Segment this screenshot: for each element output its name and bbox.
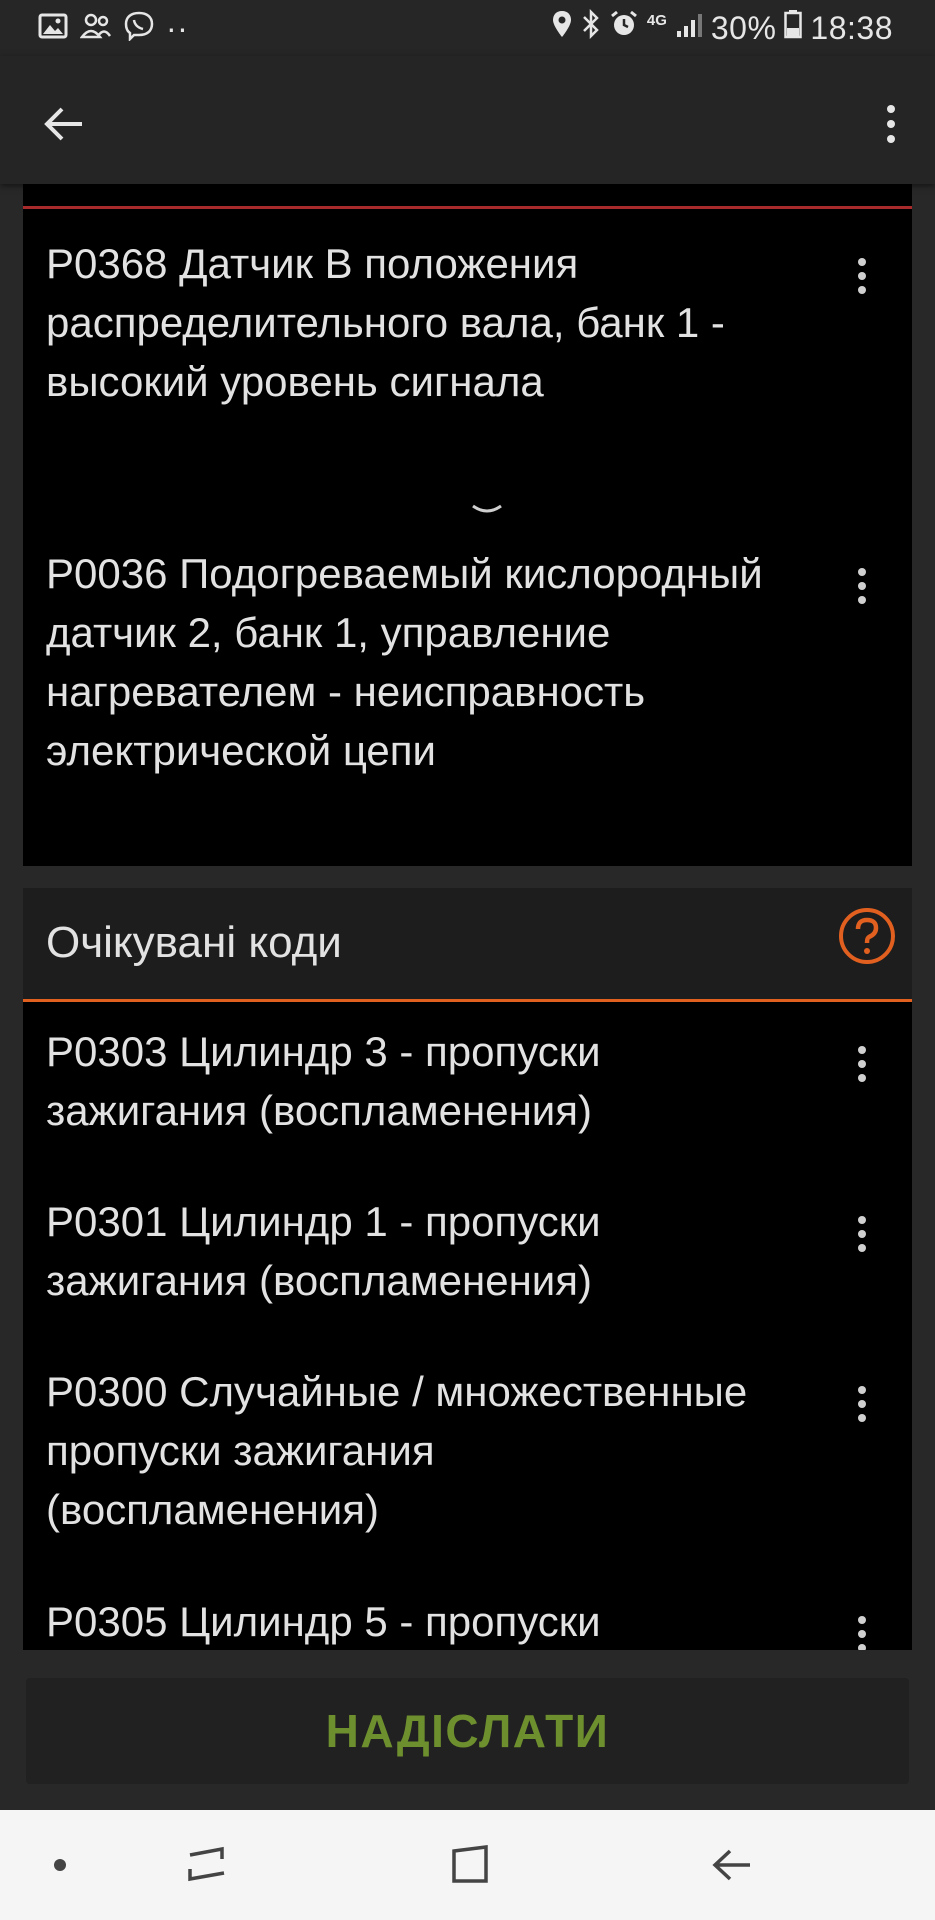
system-icons: 4G 30% 18:38 [551, 8, 893, 47]
dtc-item[interactable]: P0305 Цилиндр 5 - пропуски [23, 1592, 912, 1650]
dtc-text: P0303 Цилиндр 3 - пропуски зажигания (во… [46, 1028, 601, 1134]
back-nav-button[interactable] [702, 1835, 762, 1895]
recent-apps-button[interactable] [178, 1835, 238, 1895]
clock: 18:38 [810, 9, 893, 46]
screen: ·· 4G 30% 18:38 P0368 Датчик B положения… [0, 0, 935, 1920]
viber-icon [124, 11, 154, 46]
card-divider [23, 206, 912, 209]
arrow-left-icon [44, 107, 82, 141]
status-bar: ·· 4G 30% 18:38 [0, 0, 935, 56]
people-icon [79, 12, 112, 45]
more-vert-icon [858, 258, 866, 294]
pending-codes-header: Очікувані коди [23, 888, 912, 1002]
navigation-bar [0, 1810, 935, 1920]
pending-codes-card: P0303 Цилиндр 3 - пропуски зажигания (во… [23, 1002, 912, 1650]
home-button[interactable] [440, 1835, 500, 1895]
more-vert-icon [858, 568, 866, 604]
more-vert-icon [858, 1616, 866, 1650]
section-title: Очікувані коди [46, 918, 342, 967]
battery-icon [784, 9, 803, 47]
signal-icon [675, 10, 703, 47]
bluetooth-icon [581, 8, 601, 47]
codes-list[interactable]: P0368 Датчик B положения распределительн… [0, 184, 935, 1650]
more-vert-icon [858, 1216, 866, 1252]
dot-icon [54, 1859, 66, 1871]
item-menu-button[interactable] [842, 1204, 882, 1264]
alarm-icon [609, 9, 639, 47]
dtc-item[interactable]: P0300 Случайные / множественные пропуски… [23, 1362, 912, 1552]
dtc-text: P0300 Случайные / множественные пропуски… [46, 1368, 748, 1533]
recent-apps-icon [188, 1846, 225, 1882]
item-menu-button[interactable] [842, 1604, 882, 1650]
dtc-text: P0305 Цилиндр 5 - пропуски [46, 1598, 601, 1645]
help-button[interactable] [838, 907, 896, 965]
dtc-text: P0036 Подогреваемый кислородный датчик 2… [46, 550, 763, 774]
item-menu-button[interactable] [842, 1034, 882, 1094]
overflow-menu-button[interactable] [867, 92, 915, 156]
back-icon [712, 1849, 750, 1881]
dtc-item[interactable]: P0301 Цилиндр 1 - пропуски зажигания (во… [23, 1192, 912, 1322]
network-type-label: 4G [646, 11, 667, 29]
chevron-down-icon[interactable] [467, 502, 507, 518]
more-vert-icon [858, 1046, 866, 1082]
dtc-item[interactable]: P0036 Подогреваемый кислородный датчик 2… [23, 544, 912, 844]
help-circle-icon [839, 908, 895, 964]
dtc-item[interactable]: P0368 Датчик B положения распределительн… [23, 234, 912, 474]
dtc-item[interactable]: P0303 Цилиндр 3 - пропуски зажигания (во… [23, 1022, 912, 1152]
more-notifications-indicator: ·· [166, 9, 189, 46]
battery-percent: 30% [710, 9, 777, 46]
home-icon [452, 1845, 488, 1883]
notification-icons: ·· [38, 10, 188, 47]
more-vert-icon [887, 105, 895, 143]
nav-dot-button[interactable] [30, 1835, 90, 1895]
gallery-icon [38, 13, 68, 44]
toolbar [0, 56, 935, 184]
item-menu-button[interactable] [842, 1374, 882, 1434]
send-button[interactable]: НАДІСЛАТИ [26, 1678, 909, 1784]
back-button[interactable] [32, 92, 96, 156]
dtc-text: P0368 Датчик B положения распределительн… [46, 240, 725, 405]
location-icon [551, 9, 573, 47]
stored-codes-card: P0368 Датчик B положения распределительн… [23, 184, 912, 866]
item-menu-button[interactable] [842, 246, 882, 306]
send-area: НАДІСЛАТИ [0, 1650, 935, 1810]
dtc-text: P0301 Цилиндр 1 - пропуски зажигания (во… [46, 1198, 601, 1304]
more-vert-icon [858, 1386, 866, 1422]
item-menu-button[interactable] [842, 556, 882, 616]
